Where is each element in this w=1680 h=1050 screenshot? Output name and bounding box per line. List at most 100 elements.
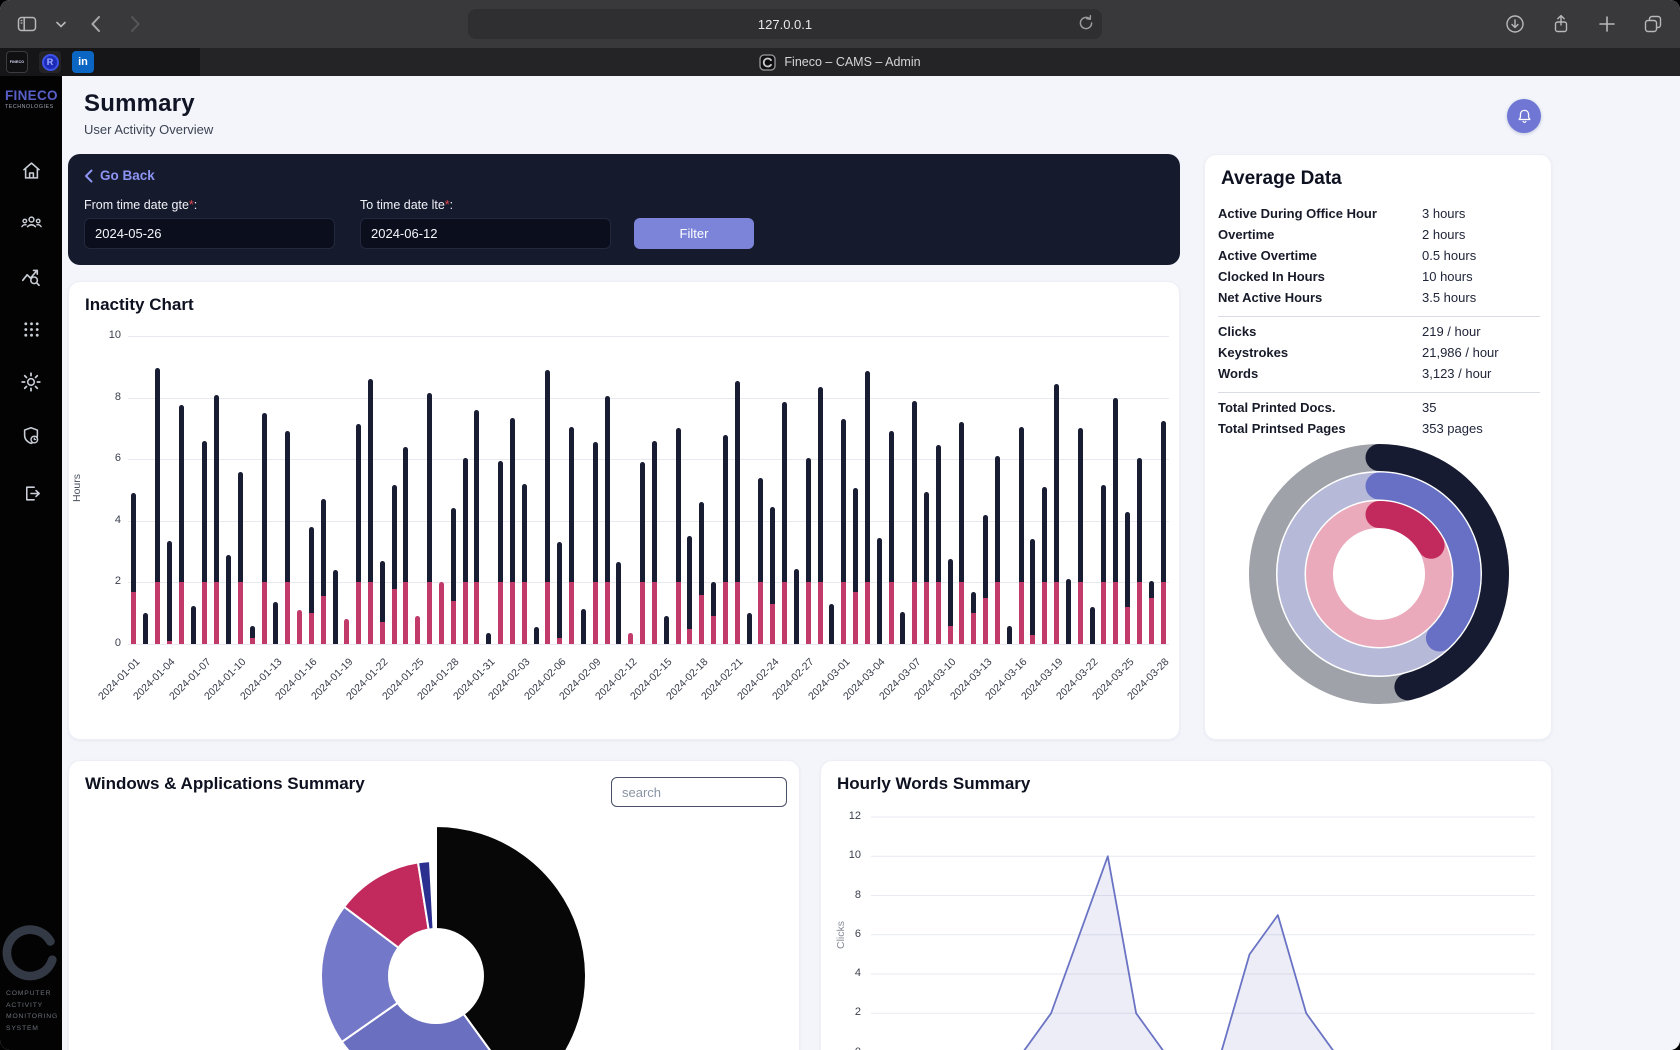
gridline [128, 336, 1169, 337]
bar [1030, 539, 1035, 644]
average-data-row: Clocked In Hours10 hours [1218, 266, 1540, 287]
back-icon [90, 15, 101, 33]
x-tick-label: 2024-01-31 [428, 656, 497, 725]
bar [333, 570, 338, 644]
bar [924, 492, 929, 644]
bar [770, 507, 775, 644]
to-date-input[interactable] [360, 218, 611, 249]
forward-button[interactable] [122, 11, 148, 37]
inactity-chart-title: Inactity Chart [85, 295, 194, 315]
average-data-card: Average Data Active During Office Hour3 … [1204, 154, 1552, 740]
x-tick-label: 2024-01-07 [144, 656, 213, 725]
winapps-card: Windows & Applications Summary [68, 760, 800, 1050]
inactity-chart-card: Inactity Chart Hours 0246810 2024-01-012… [68, 281, 1180, 740]
bar [995, 456, 1000, 644]
average-data-row: Net Active Hours3.5 hours [1218, 287, 1540, 308]
x-tick-label: 2024-03-28 [1102, 656, 1171, 725]
bar [545, 370, 550, 644]
inactity-x-ticks: 2024-01-012024-01-042024-01-072024-01-10… [128, 648, 1169, 738]
bar [522, 484, 527, 644]
browser-toolbar: 127.0.0.1 [0, 0, 1680, 48]
x-tick-label: 2024-03-10 [889, 656, 958, 725]
back-button[interactable] [82, 11, 108, 37]
x-tick-label: 2024-01-16 [251, 656, 320, 725]
security-shield-icon [20, 425, 42, 447]
url-bar[interactable]: 127.0.0.1 [468, 9, 1102, 39]
share-button[interactable] [1548, 11, 1574, 37]
sidebar-item-logout[interactable] [0, 475, 62, 511]
main-content: Summary User Activity Overview Go Back F… [62, 76, 1680, 1050]
bar [392, 485, 397, 644]
bar [368, 379, 373, 644]
winapps-title: Windows & Applications Summary [85, 774, 365, 794]
bar [841, 419, 846, 644]
tab-overview-button[interactable] [1640, 11, 1666, 37]
apps-grid-icon [22, 320, 41, 339]
bar [900, 612, 905, 644]
bar [593, 442, 598, 644]
pinned-tab-fineco[interactable]: FINECO [6, 51, 28, 73]
sidebar-item-analytics[interactable] [0, 259, 62, 295]
bar [889, 431, 894, 644]
sidebar-item-apps[interactable] [0, 311, 62, 347]
bar [959, 422, 964, 644]
bar [486, 633, 491, 644]
bar [191, 606, 196, 645]
x-tick-label: 2024-01-19 [286, 656, 355, 725]
inactity-plot-area [128, 336, 1169, 644]
bar [853, 488, 858, 644]
stat-value: 35 [1422, 400, 1540, 415]
download-icon [1505, 14, 1525, 34]
bar [1149, 581, 1154, 644]
bar [155, 368, 160, 644]
sidebar-chevron-button[interactable] [54, 11, 68, 37]
share-icon [1551, 14, 1571, 34]
stat-label: Active Overtime [1218, 248, 1422, 263]
team-icon [20, 211, 43, 234]
average-data-row: Overtime2 hours [1218, 224, 1540, 245]
bar [238, 472, 243, 644]
bar [167, 541, 172, 644]
bar [380, 561, 385, 644]
average-data-title: Average Data [1221, 168, 1342, 190]
forward-icon [130, 15, 141, 33]
stat-value: 21,986 / hour [1422, 345, 1540, 360]
sidebar-item-team[interactable] [0, 204, 62, 240]
bar [534, 627, 539, 644]
x-tick-label: 2024-03-01 [783, 656, 852, 725]
reload-button[interactable] [1077, 14, 1095, 37]
bar [214, 395, 219, 644]
bar [250, 626, 255, 644]
sidebar-item-settings[interactable] [0, 364, 62, 400]
stat-value: 3.5 hours [1422, 290, 1540, 305]
hourly-area-chart [821, 761, 1553, 1050]
x-tick-label: 2024-03-19 [996, 656, 1065, 725]
sidebar-toggle-button[interactable] [14, 11, 40, 37]
bar [1137, 458, 1142, 644]
x-tick-label: 2024-03-04 [818, 656, 887, 725]
pinned-tab-rlogo[interactable]: R [39, 51, 61, 73]
bar [687, 536, 692, 644]
x-tick-label: 2024-02-15 [605, 656, 674, 725]
inactity-y-axis-label: Hours [71, 474, 83, 502]
from-date-input[interactable] [84, 218, 335, 249]
downloads-button[interactable] [1502, 11, 1528, 37]
bar [321, 499, 326, 644]
pinned-tab-linkedin[interactable]: in [72, 51, 94, 73]
average-data-row: Active Overtime0.5 hours [1218, 245, 1540, 266]
gridline [128, 398, 1169, 399]
sidebar-item-security[interactable] [0, 418, 62, 454]
average-data-row: Clicks219 / hour [1218, 321, 1540, 342]
new-tab-button[interactable] [1594, 11, 1620, 37]
filter-button[interactable]: Filter [634, 218, 754, 249]
go-back-button[interactable]: Go Back [84, 168, 155, 183]
x-tick-label: 2024-01-28 [393, 656, 462, 725]
y-tick-label: 8 [81, 391, 121, 403]
active-tab[interactable]: Fineco – CAMS – Admin [759, 54, 920, 71]
bar [1007, 626, 1012, 644]
sidebar-item-home[interactable] [0, 152, 62, 188]
bar [297, 610, 302, 644]
notifications-button[interactable] [1507, 99, 1541, 133]
bar [202, 441, 207, 644]
site-favicon [759, 54, 776, 71]
